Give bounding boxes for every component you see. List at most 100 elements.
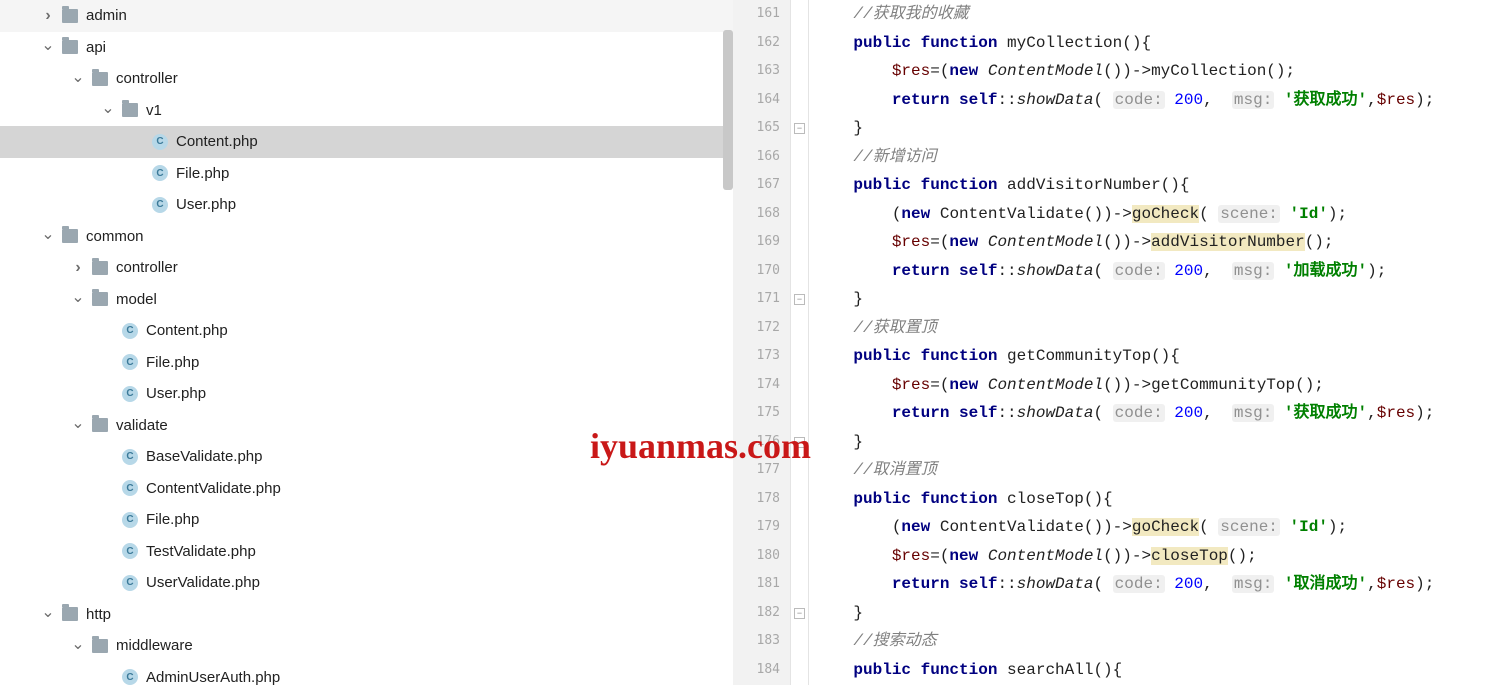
line-number: 172: [733, 314, 790, 343]
file-node-content-php[interactable]: CContent.php: [0, 315, 733, 347]
code-line[interactable]: public function addVisitorNumber(){: [815, 171, 1492, 200]
code-line[interactable]: return self::showData( code: 200, msg: '…: [815, 86, 1492, 115]
code-line[interactable]: }: [815, 428, 1492, 457]
line-number: 176: [733, 428, 790, 457]
code-line[interactable]: //获取置顶: [815, 314, 1492, 343]
php-class-icon: C: [122, 386, 138, 402]
folder-node-controller[interactable]: › controller: [0, 252, 733, 284]
file-node-content-php[interactable]: CContent.php: [0, 126, 733, 158]
line-number: 174: [733, 371, 790, 400]
node-label: controller: [116, 70, 178, 87]
folder-node-validate[interactable]: ⌄ validate: [0, 410, 733, 442]
chevron-down-icon[interactable]: ⌄: [70, 69, 86, 85]
code-line[interactable]: (new ContentValidate())->goCheck( scene:…: [815, 200, 1492, 229]
code-line[interactable]: }: [815, 599, 1492, 628]
file-node-file-php[interactable]: CFile.php: [0, 347, 733, 379]
file-node-adminuserauth-php[interactable]: CAdminUserAuth.php: [0, 662, 733, 685]
chevron-down-icon[interactable]: ⌄: [40, 226, 56, 242]
fold-column[interactable]: − − − −: [791, 0, 809, 685]
node-label: BaseValidate.php: [146, 448, 262, 465]
code-line[interactable]: $res=(new ContentModel())->getCommunityT…: [815, 371, 1492, 400]
php-class-icon: C: [152, 165, 168, 181]
line-number: 165: [733, 114, 790, 143]
chevron-down-icon[interactable]: ⌄: [70, 415, 86, 431]
code-line[interactable]: }: [815, 114, 1492, 143]
line-number: 184: [733, 656, 790, 685]
chevron-down-icon[interactable]: ⌄: [40, 604, 56, 620]
chevron-down-icon[interactable]: ⌄: [70, 289, 86, 305]
php-class-icon: C: [122, 669, 138, 685]
chevron-right-icon[interactable]: ›: [70, 260, 86, 276]
folder-node-controller[interactable]: ⌄ controller: [0, 63, 733, 95]
code-line[interactable]: $res=(new ContentModel())->myCollection(…: [815, 57, 1492, 86]
folder-node-common[interactable]: ⌄common: [0, 221, 733, 253]
line-number: 169: [733, 228, 790, 257]
node-label: File.php: [176, 165, 229, 182]
fold-toggle-icon[interactable]: −: [794, 608, 805, 619]
folder-node-api[interactable]: ⌄ api: [0, 32, 733, 64]
node-label: model: [116, 291, 157, 308]
line-number: 161: [733, 0, 790, 29]
folder-node-v1[interactable]: ⌄ v1: [0, 95, 733, 127]
code-line[interactable]: //获取我的收藏: [815, 0, 1492, 29]
code-line[interactable]: (new ContentValidate())->goCheck( scene:…: [815, 513, 1492, 542]
code-line[interactable]: //搜索动态: [815, 627, 1492, 656]
line-number: 178: [733, 485, 790, 514]
code-line[interactable]: public function closeTop(){: [815, 485, 1492, 514]
code-line[interactable]: return self::showData( code: 200, msg: '…: [815, 570, 1492, 599]
code-line[interactable]: return self::showData( code: 200, msg: '…: [815, 257, 1492, 286]
file-node-file-php[interactable]: CFile.php: [0, 504, 733, 536]
code-line[interactable]: }: [815, 285, 1492, 314]
chevron-down-icon[interactable]: ⌄: [100, 100, 116, 116]
sidebar-scrollbar-thumb[interactable]: [723, 30, 733, 190]
code-line[interactable]: public function myCollection(){: [815, 29, 1492, 58]
code-line[interactable]: $res=(new ContentModel())->closeTop();: [815, 542, 1492, 571]
file-node-basevalidate-php[interactable]: C BaseValidate.php: [0, 441, 733, 473]
fold-toggle-icon[interactable]: −: [794, 123, 805, 134]
node-label: validate: [116, 417, 168, 434]
line-number-gutter: 1611621631641651661671681691701711721731…: [733, 0, 791, 685]
node-label: controller: [116, 259, 178, 276]
folder-node-model[interactable]: ⌄ model: [0, 284, 733, 316]
folder-icon: [62, 9, 78, 23]
chevron-down-icon[interactable]: ⌄: [70, 636, 86, 652]
file-node-testvalidate-php[interactable]: CTestValidate.php: [0, 536, 733, 568]
file-node-contentvalidate-php[interactable]: CContentValidate.php: [0, 473, 733, 505]
php-class-icon: C: [122, 575, 138, 591]
folder-icon: [92, 292, 108, 306]
chevron-right-icon[interactable]: ›: [40, 8, 56, 24]
code-line[interactable]: //取消置顶: [815, 456, 1492, 485]
php-class-icon: C: [122, 512, 138, 528]
code-line[interactable]: $res=(new ContentModel())->addVisitorNum…: [815, 228, 1492, 257]
file-node-user-php[interactable]: CUser.php: [0, 189, 733, 221]
line-number: 177: [733, 456, 790, 485]
node-label: middleware: [116, 637, 193, 654]
line-number: 162: [733, 29, 790, 58]
file-node-file-php[interactable]: C File.php: [0, 158, 733, 190]
file-node-uservalidate-php[interactable]: CUserValidate.php: [0, 567, 733, 599]
fold-toggle-icon[interactable]: −: [794, 294, 805, 305]
code-area[interactable]: //获取我的收藏 public function myCollection(){…: [809, 0, 1492, 685]
node-label: Content.php: [176, 133, 258, 150]
line-number: 164: [733, 86, 790, 115]
code-line[interactable]: return self::showData( code: 200, msg: '…: [815, 399, 1492, 428]
node-label: TestValidate.php: [146, 543, 256, 560]
folder-node-middleware[interactable]: ⌄ middleware: [0, 630, 733, 662]
node-label: api: [86, 39, 106, 56]
php-class-icon: C: [122, 323, 138, 339]
code-line[interactable]: //新增访问: [815, 143, 1492, 172]
node-label: v1: [146, 102, 162, 119]
file-node-user-php[interactable]: CUser.php: [0, 378, 733, 410]
code-line[interactable]: public function getCommunityTop(){: [815, 342, 1492, 371]
code-line[interactable]: public function searchAll(){: [815, 656, 1492, 685]
folder-node-admin[interactable]: ›admin: [0, 0, 733, 32]
line-number: 183: [733, 627, 790, 656]
file-tree-sidebar[interactable]: ›admin⌄api⌄controller⌄v1CContent.phpCFil…: [0, 0, 733, 685]
code-editor[interactable]: 1611621631641651661671681691701711721731…: [733, 0, 1492, 685]
node-label: ContentValidate.php: [146, 480, 281, 497]
php-class-icon: C: [122, 449, 138, 465]
folder-icon: [62, 229, 78, 243]
fold-toggle-icon[interactable]: −: [794, 437, 805, 448]
folder-node-http[interactable]: ⌄http: [0, 599, 733, 631]
chevron-down-icon[interactable]: ⌄: [40, 37, 56, 53]
